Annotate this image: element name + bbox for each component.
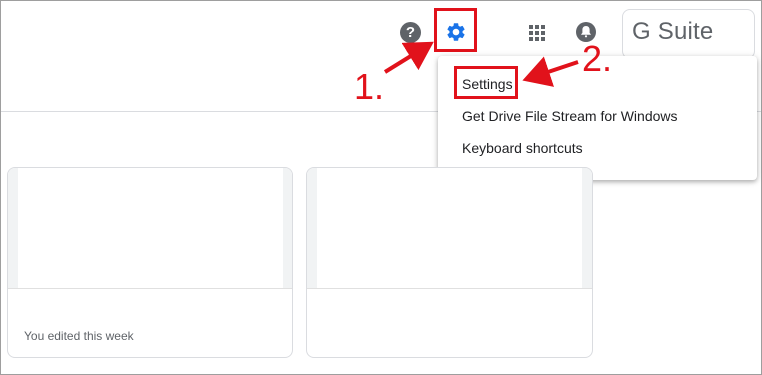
file-activity-text: You edited this week (24, 329, 134, 343)
file-card[interactable]: You edited this week (7, 167, 293, 358)
apps-grid-icon[interactable] (529, 25, 545, 41)
gear-icon[interactable] (445, 21, 467, 43)
file-thumbnail (307, 168, 592, 288)
step-2-label: 2. (582, 38, 613, 79)
menu-item-keyboard-shortcuts[interactable]: Keyboard shortcuts (462, 140, 583, 156)
file-card[interactable] (306, 167, 593, 358)
card-divider (8, 288, 292, 289)
step-1-label: 1. (354, 66, 385, 107)
help-icon[interactable]: ? (400, 22, 421, 43)
settings-highlight-box (454, 66, 518, 99)
gsuite-logo: G Suite (632, 18, 714, 45)
card-divider (307, 288, 592, 289)
file-thumbnail (8, 168, 292, 288)
menu-item-get-drive-file-stream[interactable]: Get Drive File Stream for Windows (462, 108, 678, 124)
